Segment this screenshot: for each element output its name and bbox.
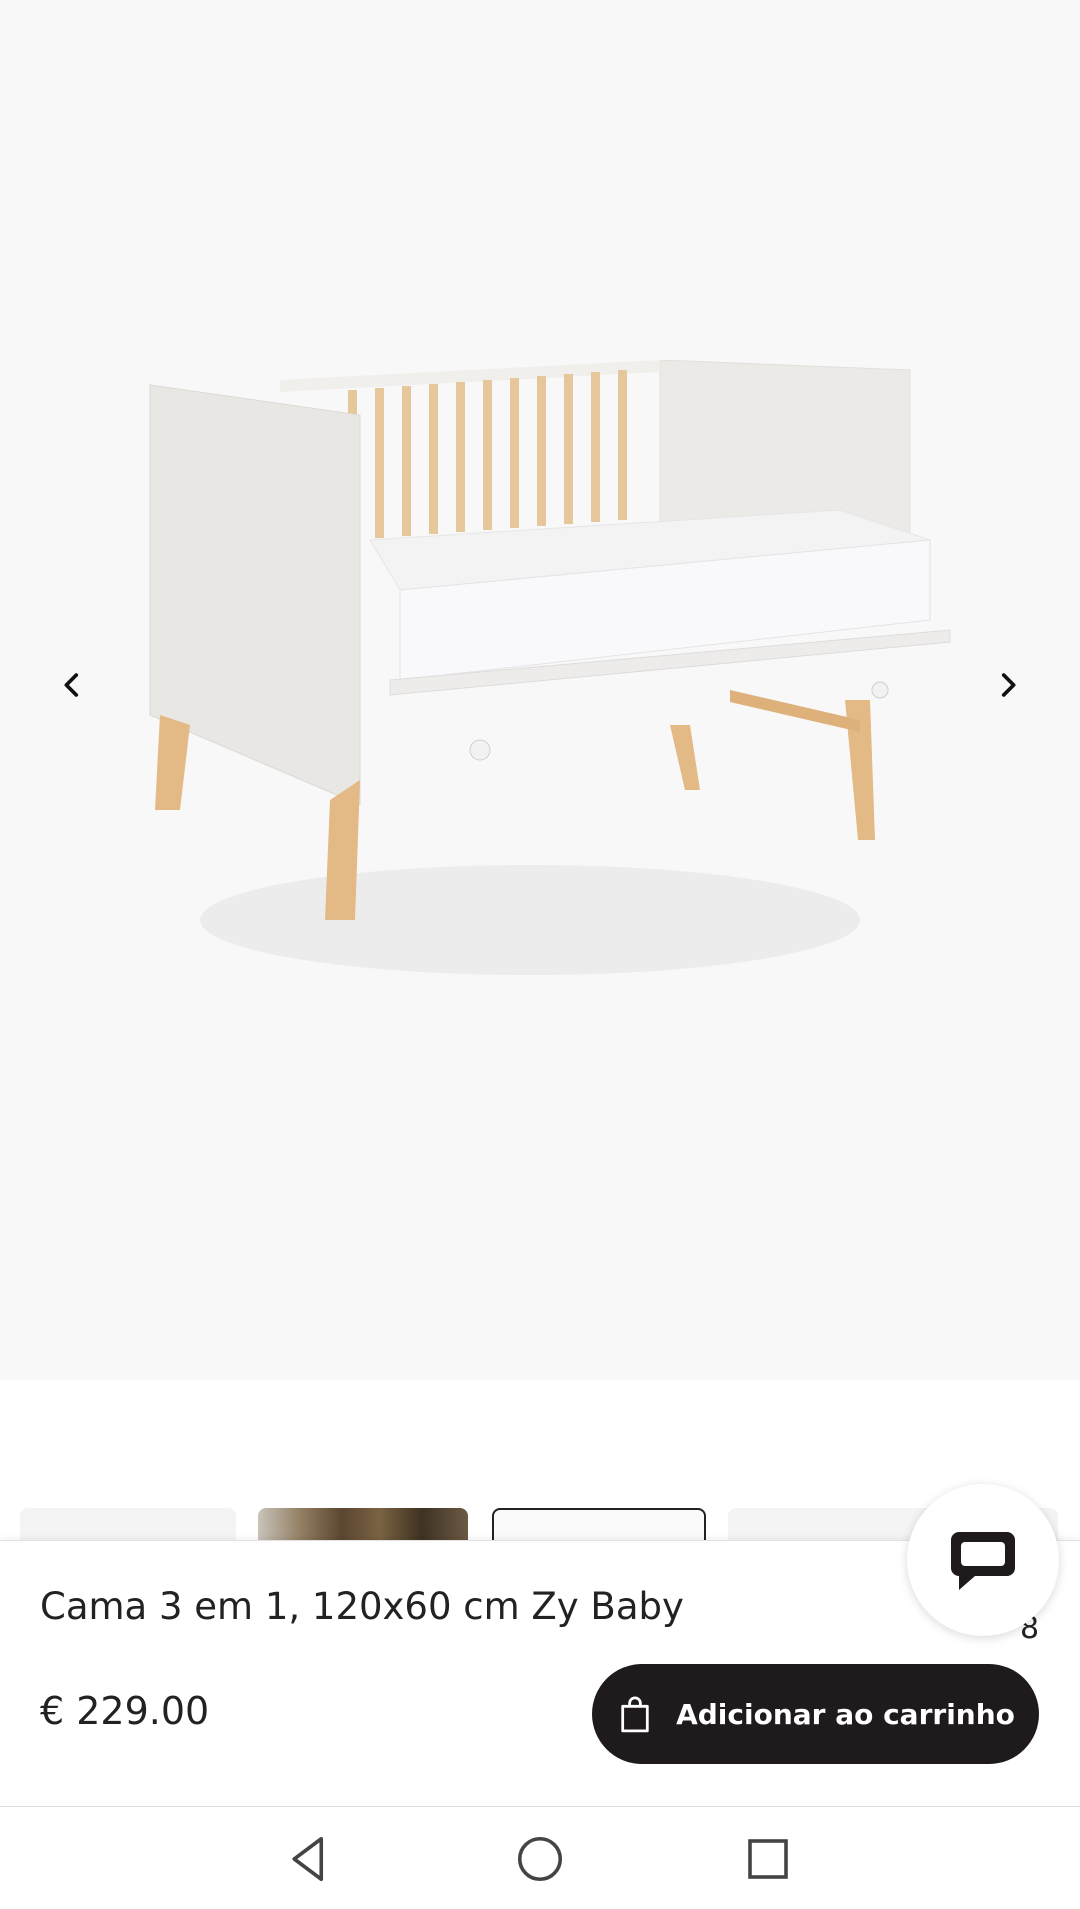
add-to-cart-label: Adicionar ao carrinho <box>676 1697 1015 1731</box>
product-price: € 229.00 <box>40 1689 210 1733</box>
system-navigation-bar <box>0 1806 1080 1909</box>
gallery-next-button[interactable] <box>978 655 1038 715</box>
product-title: Cama 3 em 1, 120x60 cm Zy Baby <box>40 1585 684 1628</box>
thumbnail-1[interactable] <box>20 1508 236 1542</box>
chevron-right-icon <box>1001 673 1016 697</box>
product-gallery[interactable] <box>0 0 1080 1380</box>
recents-square-icon <box>748 1839 788 1879</box>
shopping-bag-icon <box>621 1696 649 1733</box>
thumbnail-2[interactable] <box>258 1508 468 1542</box>
chevron-left-icon <box>64 673 79 697</box>
gallery-prev-button[interactable] <box>42 655 102 715</box>
system-back-button[interactable] <box>280 1829 340 1889</box>
chat-button[interactable] <box>907 1484 1059 1636</box>
crib-product-image <box>149 360 951 975</box>
thumbnail-3-selected[interactable] <box>492 1508 706 1542</box>
back-triangle-icon <box>292 1836 324 1882</box>
chat-bubble-icon <box>951 1532 1015 1590</box>
home-circle-icon <box>517 1836 563 1882</box>
system-recents-button[interactable] <box>738 1829 798 1889</box>
add-to-cart-button[interactable]: Adicionar ao carrinho <box>592 1664 1039 1764</box>
system-home-button[interactable] <box>510 1829 570 1889</box>
